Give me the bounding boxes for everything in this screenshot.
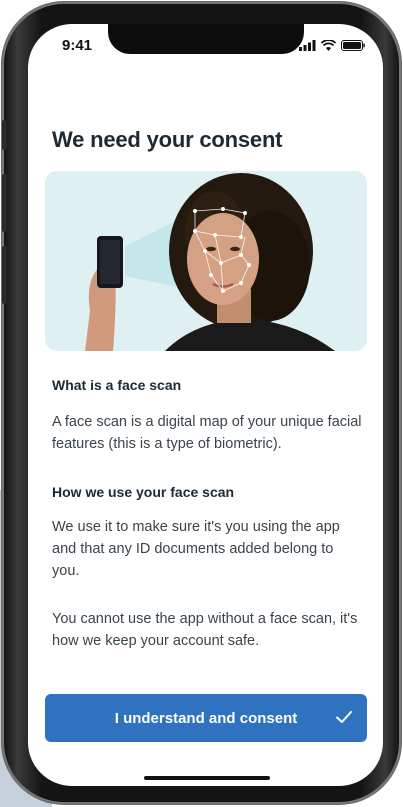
wifi-icon <box>321 40 336 51</box>
notch <box>108 24 304 54</box>
battery-icon <box>341 40 365 51</box>
paragraph-requirement: You cannot use the app without a face sc… <box>52 611 358 649</box>
page-title: We need your consent <box>52 127 283 152</box>
status-icons <box>299 40 365 51</box>
status-time: 9:41 <box>62 37 93 54</box>
consent-button-label: I understand and consent <box>114 709 298 727</box>
face-scan-illustration <box>45 171 367 351</box>
volume-down-button <box>2 246 7 304</box>
signal-icon <box>299 40 316 51</box>
consent-button[interactable]: I understand and consent <box>45 694 367 742</box>
phone-frame: 9:41 We need your consent What is a face… <box>2 2 401 804</box>
app-screen: 9:41 We need your consent What is a face… <box>28 24 383 786</box>
face-scan-graphic <box>45 171 367 351</box>
mute-switch <box>2 120 7 150</box>
section-heading-what-is-face-scan: What is a face scan <box>52 377 182 393</box>
paragraph-usage: We use it to make sure it's you using th… <box>52 519 340 579</box>
paragraph-face-scan-definition: A face scan is a digital map of your uni… <box>52 414 362 452</box>
volume-up-button <box>2 174 7 232</box>
section-heading-how-we-use: How we use your face scan <box>52 484 235 500</box>
home-indicator[interactable] <box>144 776 270 780</box>
check-icon <box>336 711 352 723</box>
